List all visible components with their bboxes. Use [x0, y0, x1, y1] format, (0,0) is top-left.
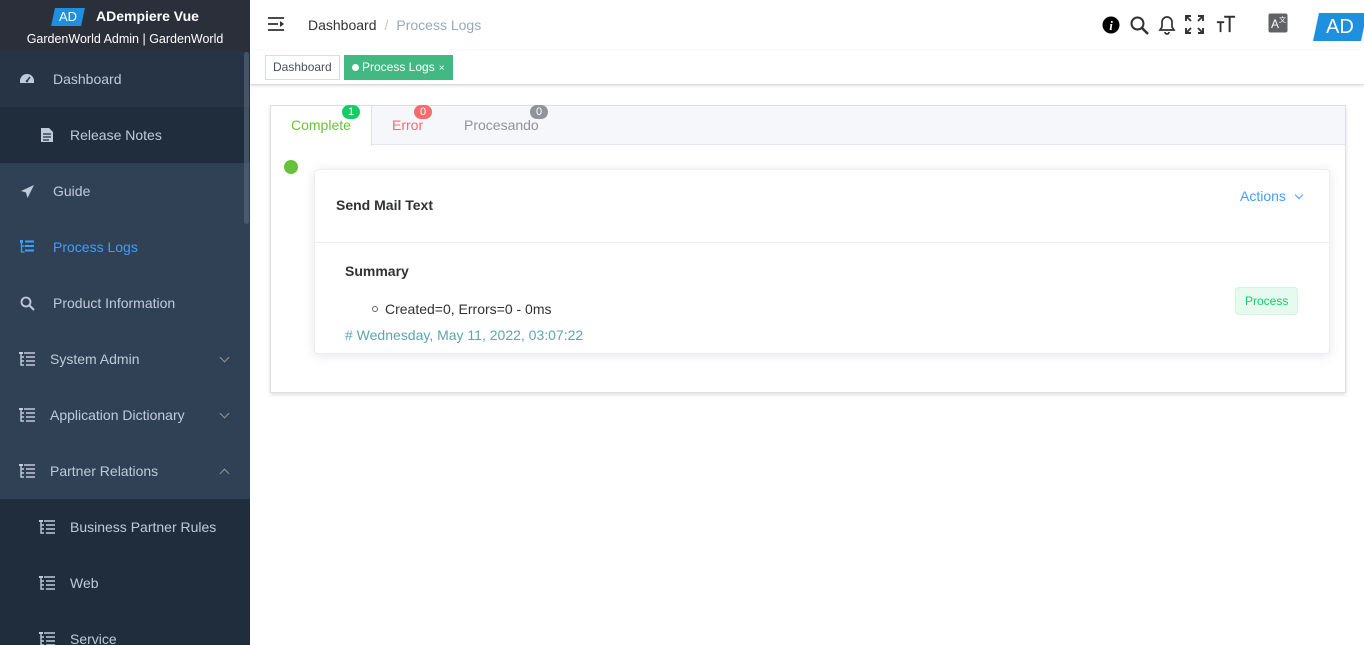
count-badge: 0: [414, 105, 432, 119]
tree-table-icon: [19, 239, 35, 255]
sidebar-item-label: Dashboard: [53, 71, 122, 87]
chevron-down-icon: [219, 408, 230, 419]
svg-text:文: 文: [1279, 15, 1286, 24]
tree-icon: [39, 575, 55, 591]
translate-icon[interactable]: A文: [1268, 13, 1288, 33]
search-icon[interactable]: [1129, 15, 1149, 35]
sidebar-item-system-admin[interactable]: System Admin: [0, 331, 250, 387]
actions-dropdown[interactable]: Actions: [1240, 188, 1304, 204]
sidebar-item-process-logs[interactable]: Process Logs: [0, 219, 250, 275]
count-badge: 0: [530, 105, 548, 119]
fullscreen-icon[interactable]: [1184, 14, 1204, 34]
breadcrumb-separator: /: [384, 17, 389, 33]
tag-label: Process Logs: [362, 60, 435, 74]
breadcrumb: Dashboard / Process Logs: [308, 17, 481, 33]
sidebar-item-label: Guide: [53, 183, 91, 199]
dashboard-icon: [19, 71, 35, 87]
sidebar-menu: Dashboard Release Notes Guide Process Lo…: [0, 51, 250, 645]
chevron-down-icon: [1294, 190, 1304, 200]
svg-text:A: A: [1271, 17, 1279, 31]
top-navbar: Dashboard / Process Logs i A文 AD: [250, 0, 1364, 50]
sidebar-item-web[interactable]: Web: [0, 555, 250, 611]
sidebar-item-application-dictionary[interactable]: Application Dictionary: [0, 387, 250, 443]
sidebar-item-label: Release Notes: [70, 127, 162, 143]
svg-text:i: i: [1109, 18, 1113, 33]
organization-label: GardenWorld Admin | GardenWorld: [26, 32, 224, 46]
tree-icon: [39, 519, 55, 535]
sidebar-item-release-notes[interactable]: Release Notes: [0, 107, 250, 163]
process-type-tag: Process: [1235, 287, 1299, 315]
sidebar-item-label: Product Information: [53, 295, 176, 311]
actions-label: Actions: [1240, 188, 1286, 204]
sidebar-item-label: System Admin: [50, 351, 140, 367]
user-avatar-logo[interactable]: AD: [1313, 13, 1364, 41]
tags-view: Dashboard Process Logs ×: [250, 50, 1364, 85]
summary-item: Created=0, Errors=0 - 0ms: [372, 301, 552, 317]
info-icon[interactable]: i: [1101, 15, 1121, 35]
card-header: Send Mail Text Actions: [315, 170, 1329, 243]
timeline-dot: [284, 160, 298, 174]
chevron-down-icon: [219, 352, 230, 363]
font-size-icon[interactable]: [1216, 14, 1236, 34]
tab-label: Complete: [291, 117, 351, 133]
sidebar-scrollbar[interactable]: [244, 52, 249, 224]
tabs-header: Complete 1 Error 0 Procesando 0: [271, 105, 1345, 146]
tab-label: Error: [392, 117, 424, 133]
tab-error[interactable]: Error 0: [372, 105, 443, 145]
sidebar-item-label: Service: [70, 631, 117, 645]
breadcrumb-current: Process Logs: [396, 17, 482, 33]
sidebar-item-partner-relations[interactable]: Partner Relations: [0, 443, 250, 499]
sidebar-item-dashboard[interactable]: Dashboard: [0, 51, 250, 107]
app-name: ADempiere Vue: [96, 8, 199, 24]
paper-plane-icon: [19, 183, 35, 199]
sidebar-item-service[interactable]: Service: [0, 611, 250, 645]
count-badge: 1: [342, 105, 360, 119]
tab-procesando[interactable]: Procesando 0: [444, 105, 559, 145]
log-card: Send Mail Text Actions Summary Created=0…: [314, 169, 1330, 354]
sidebar-item-label: Process Logs: [53, 239, 138, 255]
close-icon[interactable]: ×: [439, 63, 445, 74]
tree-icon: [19, 463, 35, 479]
sidebar-item-label: Business Partner Rules: [70, 519, 217, 535]
summary-title: Summary: [345, 263, 409, 279]
sidebar-item-guide[interactable]: Guide: [0, 163, 250, 219]
tab-label: Procesando: [464, 117, 539, 133]
sidebar: AD ADempiere Vue GardenWorld Admin | Gar…: [0, 0, 250, 645]
bell-icon[interactable]: [1157, 15, 1177, 35]
circle-bullet-icon: [372, 306, 378, 312]
search-icon: [19, 295, 35, 311]
summary-text: Created=0, Errors=0 - 0ms: [385, 301, 552, 317]
tag-label: Dashboard: [273, 60, 332, 74]
sidebar-item-product-information[interactable]: Product Information: [0, 275, 250, 331]
document-icon: [39, 127, 55, 143]
chevron-up-icon: [219, 468, 230, 479]
tag-process-logs[interactable]: Process Logs ×: [344, 55, 453, 80]
hamburger-icon[interactable]: [267, 15, 285, 33]
active-dot-icon: [352, 64, 359, 71]
adempiere-logo: AD: [51, 8, 85, 26]
sidebar-item-label: Web: [70, 575, 99, 591]
log-timestamp: # Wednesday, May 11, 2022, 03:07:22: [345, 327, 584, 343]
tab-complete[interactable]: Complete 1: [271, 105, 372, 146]
tree-icon: [39, 631, 55, 645]
brand-header[interactable]: AD ADempiere Vue GardenWorld Admin | Gar…: [0, 0, 250, 51]
tag-dashboard[interactable]: Dashboard: [265, 55, 340, 80]
tree-icon: [19, 351, 35, 367]
log-title: Send Mail Text: [336, 197, 433, 213]
tree-icon: [19, 407, 35, 423]
sidebar-item-label: Partner Relations: [50, 463, 159, 479]
breadcrumb-dashboard[interactable]: Dashboard: [308, 17, 377, 33]
sidebar-item-label: Application Dictionary: [50, 407, 185, 423]
sidebar-item-business-partner-rules[interactable]: Business Partner Rules: [0, 499, 250, 555]
